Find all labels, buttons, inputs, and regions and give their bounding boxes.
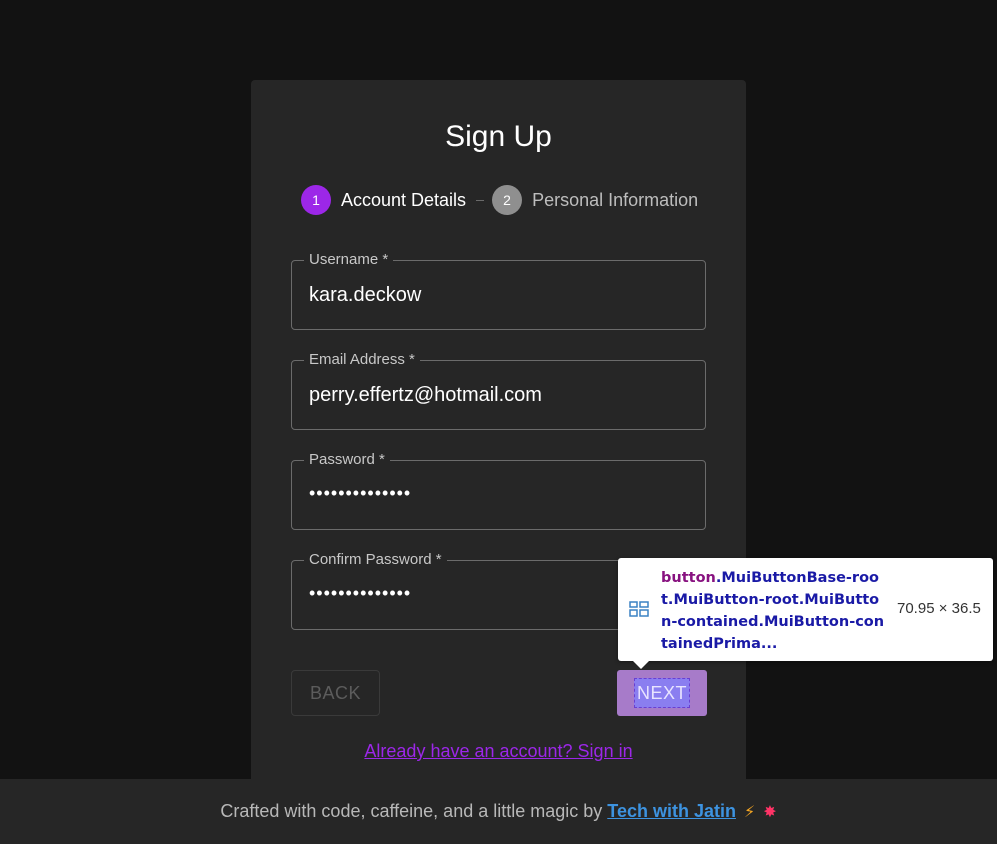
username-label: Username * <box>304 251 394 269</box>
next-button-label: NEXT <box>633 678 690 708</box>
page-title: Sign Up <box>445 120 552 153</box>
step-2-circle: 2 <box>492 185 523 215</box>
step-connector <box>476 199 485 201</box>
footer-text: Crafted with code, caffeine, and a littl… <box>220 801 603 821</box>
sparkle-icon: ✸ <box>763 803 777 821</box>
tooltip-selector-tag: button <box>661 570 716 586</box>
password-field[interactable]: Password * •••••••••••••• <box>291 451 706 530</box>
username-field[interactable]: Username * kara.deckow <box>291 251 706 330</box>
confirm-password-input[interactable]: •••••••••••••• <box>309 581 411 605</box>
stepper: 1 Account Details 2 Personal Information <box>301 185 698 215</box>
confirm-password-label: Confirm Password * <box>304 551 447 569</box>
devtools-element-tooltip: button.MuiButtonBase-root.MuiButton-root… <box>618 558 993 669</box>
next-button[interactable]: NEXT <box>617 670 707 716</box>
step-1-label: Account Details <box>341 189 467 210</box>
lightning-icon: ⚡ <box>743 803 756 821</box>
back-button[interactable]: BACK <box>291 670 380 716</box>
tooltip-size: 70.95 × 36.5 <box>897 600 981 617</box>
step-1-circle: 1 <box>301 185 331 215</box>
password-label: Password * <box>304 451 390 469</box>
email-field[interactable]: Email Address * perry.effertz@hotmail.co… <box>291 351 706 430</box>
email-input[interactable]: perry.effertz@hotmail.com <box>309 383 542 407</box>
username-input[interactable]: kara.deckow <box>309 283 421 307</box>
tooltip-arrow <box>633 661 649 669</box>
tooltip-selector: button.MuiButtonBase-root.MuiButton-root… <box>661 567 886 655</box>
password-input[interactable]: •••••••••••••• <box>309 481 411 505</box>
email-label: Email Address * <box>304 351 420 369</box>
signin-link[interactable]: Already have an account? Sign in <box>0 741 997 762</box>
layout-grid-icon <box>629 601 649 617</box>
footer-link[interactable]: Tech with Jatin <box>607 801 736 822</box>
step-2-label: Personal Information <box>532 189 699 210</box>
footer: Crafted with code, caffeine, and a littl… <box>0 779 997 844</box>
